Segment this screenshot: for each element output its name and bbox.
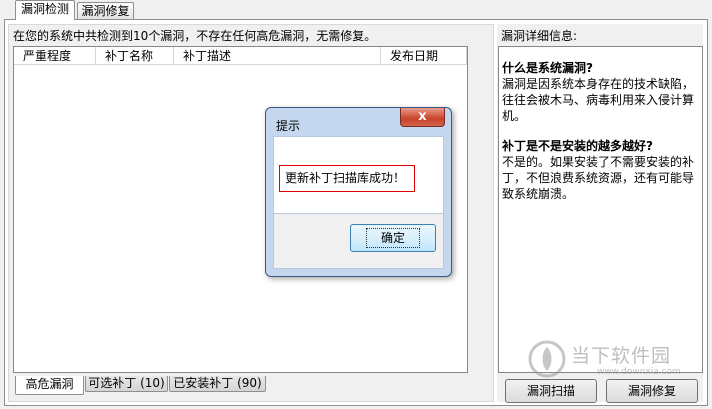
tab-vuln-detect[interactable]: 漏洞检测 xyxy=(15,0,75,20)
column-header-patch-name[interactable]: 补丁名称 xyxy=(96,47,174,65)
tab-vuln-repair[interactable]: 漏洞修复 xyxy=(77,2,134,19)
close-icon: x xyxy=(418,109,427,124)
ok-button-label: 确定 xyxy=(365,228,420,248)
detail-text-1: 漏洞是因系统本身存在的技术缺陷，往往会被木马、病毒利用来入侵计算机。 xyxy=(502,77,695,123)
detail-title: 漏洞详细信息: xyxy=(501,29,578,43)
watermark-url: www.downxia.com xyxy=(597,367,681,377)
detail-panel: 什么是系统漏洞? 漏洞是因系统本身存在的技术缺陷，往往会被木马、病毒利用来入侵计… xyxy=(498,46,703,373)
dialog-body: 更新补丁扫描库成功！ xyxy=(273,136,444,214)
scan-button[interactable]: 漏洞扫描 xyxy=(505,379,597,403)
tab-high-risk[interactable]: 高危漏洞 xyxy=(15,376,84,395)
column-header-severity[interactable]: 严重程度 xyxy=(14,47,96,65)
detail-heading-1: 什么是系统漏洞? xyxy=(502,61,593,75)
ok-button[interactable]: 确定 xyxy=(350,224,436,252)
watermark-brand: 当下软件园 xyxy=(571,345,672,367)
fix-button[interactable]: 漏洞修复 xyxy=(606,379,698,403)
scan-summary: 在您的系统中共检测到10个漏洞，不存在任何高危漏洞，无需修复。 xyxy=(13,29,377,43)
dialog-footer: 确定 xyxy=(273,214,444,269)
column-header-release-date[interactable]: 发布日期 xyxy=(381,47,467,65)
tab-installed-patches[interactable]: 已安装补丁 (90) xyxy=(169,376,266,392)
info-dialog: 提示 x 更新补丁扫描库成功！ 确定 xyxy=(265,107,452,277)
column-header-patch-desc[interactable]: 补丁描述 xyxy=(174,47,381,65)
dialog-close-button[interactable]: x xyxy=(400,108,445,127)
dialog-message: 更新补丁扫描库成功！ xyxy=(279,165,415,192)
detail-text-2: 不是的。如果安装了不需要安装的补丁，不但浪费系统资源，还有可能导致系统崩溃。 xyxy=(502,155,695,201)
watermark-logo-icon xyxy=(528,340,566,378)
tab-optional-patches[interactable]: 可选补丁 (10) xyxy=(85,376,168,392)
watermark: 当下软件园 www.downxia.com xyxy=(527,339,681,382)
dialog-title: 提示 xyxy=(276,119,301,133)
detail-heading-2: 补丁是不是安装的越多越好? xyxy=(502,139,653,153)
